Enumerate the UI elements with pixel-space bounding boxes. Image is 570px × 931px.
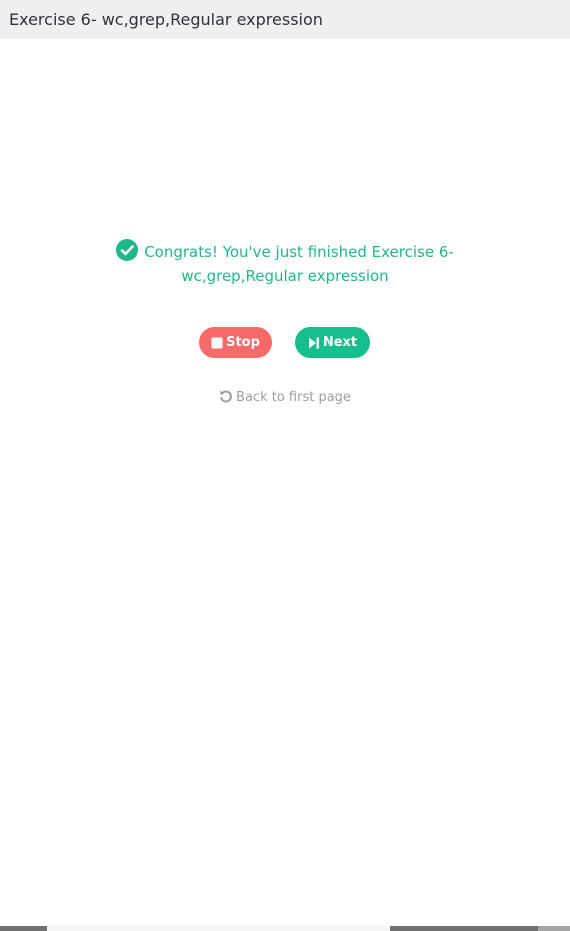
page-title: Exercise 6- wc,grep,Regular expression	[9, 10, 323, 29]
header-bar: Exercise 6- wc,grep,Regular expression	[0, 0, 570, 39]
completion-message-line1: Congrats! You've just finished Exercise …	[144, 243, 454, 261]
stop-button[interactable]: Stop	[199, 327, 272, 358]
completion-message-line2: wc,grep,Regular expression	[181, 267, 389, 285]
next-button-label: Next	[322, 335, 358, 350]
horizontal-scrollbar[interactable]	[0, 926, 570, 931]
undo-icon	[220, 390, 233, 403]
next-button[interactable]: Next	[295, 327, 370, 358]
stop-button-label: Stop	[226, 335, 260, 350]
completion-message: Congrats! You've just finished Exercise …	[60, 239, 510, 288]
scrollbar-end	[538, 926, 570, 931]
action-buttons: Stop Next	[0, 327, 570, 358]
scrollbar-thumb[interactable]	[47, 926, 390, 931]
step-forward-icon	[308, 337, 319, 348]
back-to-first-page-link[interactable]: Back to first page	[0, 389, 570, 405]
page: Exercise 6- wc,grep,Regular expression C…	[0, 0, 570, 931]
back-link-label: Back to first page	[236, 390, 351, 405]
stop-square-icon	[211, 337, 223, 348]
check-circle-icon	[116, 239, 139, 261]
